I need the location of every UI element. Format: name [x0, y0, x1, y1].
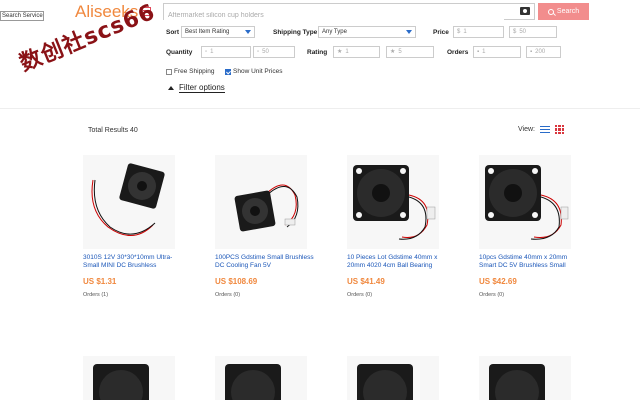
quantity-min-value: 1 [210, 49, 214, 55]
list-view-icon[interactable] [540, 125, 550, 134]
show-unit-prices-label: Show Unit Prices [233, 68, 283, 75]
view-label: View: [518, 126, 535, 133]
product-orders: Orders (0) [215, 292, 241, 298]
orders-max-input[interactable]: ▪ 200 [526, 46, 561, 58]
checkbox-box[interactable] [166, 68, 172, 75]
caret-up-icon [168, 86, 174, 90]
truck-icon: ▪ [477, 49, 480, 55]
fan-image [93, 364, 149, 400]
orders-label: Orders [447, 49, 469, 56]
free-shipping-label: Free Shipping [174, 68, 215, 75]
product-image[interactable] [215, 155, 307, 249]
product-title[interactable]: 10pcs Gdstime 40mm x 20mm Smart DC 5V Br… [479, 254, 581, 270]
product-title[interactable]: 3010S 12V 30*30*10mm Ultra-Small MINI DC… [83, 254, 185, 270]
view-switcher: View: [518, 125, 564, 134]
orders-max-value: 200 [535, 49, 546, 55]
total-results: Total Results 40 [88, 127, 138, 134]
rating-min-value: 1 [345, 49, 349, 55]
divider [0, 108, 640, 109]
filter-options-toggle[interactable]: Filter options [168, 83, 225, 93]
rating-max-input[interactable]: ★ 5 [386, 46, 434, 58]
product-orders: Orders (0) [347, 292, 373, 298]
product-price: US $41.49 [347, 277, 385, 286]
filter-options-label: Filter options [179, 83, 225, 93]
search-icon [547, 8, 554, 15]
checkbox-box[interactable] [225, 68, 231, 75]
product-image[interactable] [347, 155, 439, 249]
fan-image [485, 165, 569, 240]
price-label: Price [433, 29, 449, 36]
shipping-type-select[interactable]: Any Type [318, 26, 416, 38]
price-min-input[interactable]: $1 [453, 26, 504, 38]
star-icon: ★ [390, 49, 396, 55]
fan-image [234, 184, 299, 232]
grid-view-icon[interactable] [555, 125, 564, 134]
price-max-input[interactable]: $50 [509, 26, 557, 38]
show-unit-prices-checkbox[interactable]: Show Unit Prices [225, 68, 283, 75]
box-icon: ▫ [257, 49, 260, 55]
sort-select[interactable]: Best Item Rating [181, 26, 255, 38]
search-bar [163, 3, 535, 23]
search-input[interactable] [164, 8, 504, 23]
sort-label: Sort [166, 29, 179, 36]
truck-icon: ▪ [530, 49, 533, 55]
sort-value: Best Item Rating [185, 29, 230, 35]
fan-image [357, 364, 413, 400]
product-image[interactable] [479, 356, 571, 400]
free-shipping-checkbox[interactable]: Free Shipping [166, 68, 214, 75]
shipping-type-label: Shipping Type [273, 29, 318, 36]
fan-image [225, 364, 281, 400]
orders-min-input[interactable]: ▪ 1 [473, 46, 521, 58]
product-card[interactable]: 10pcs Gdstime 40mm x 20mm Smart DC 5V Br… [479, 155, 589, 298]
product-image[interactable] [83, 356, 175, 400]
search-button[interactable]: Search [538, 3, 589, 20]
shipping-type-value: Any Type [322, 29, 347, 35]
rating-max-value: 5 [398, 49, 402, 55]
fan-image [353, 165, 436, 240]
currency-symbol: $ [457, 29, 461, 35]
product-orders: Orders (1) [83, 292, 109, 298]
search-button-label: Search [556, 8, 580, 15]
product-image[interactable] [83, 155, 175, 249]
product-image[interactable] [479, 155, 571, 249]
box-icon: ▫ [205, 49, 208, 55]
fan-image [91, 163, 165, 236]
product-card[interactable]: 10 Pieces Lot Gdstime 40mm x 20mm 4020 4… [347, 155, 457, 298]
price-max-value: 50 [519, 29, 527, 35]
rating-min-input[interactable]: ★ 1 [333, 46, 380, 58]
quantity-min-input[interactable]: ▫ 1 [201, 46, 251, 58]
product-title[interactable]: 100PCS Gdstime Small Brushless DC Coolin… [215, 254, 317, 270]
product-orders: Orders (0) [479, 292, 505, 298]
quantity-max-value: 50 [262, 49, 269, 55]
product-card[interactable]: 100PCS Gdstime Small Brushless DC Coolin… [215, 155, 325, 298]
currency-symbol: $ [513, 29, 517, 35]
star-icon: ★ [337, 49, 343, 55]
chevron-down-icon [406, 30, 412, 34]
chevron-down-icon [245, 30, 251, 34]
fan-image [489, 364, 545, 400]
camera-icon[interactable] [520, 7, 530, 15]
product-image[interactable] [215, 356, 307, 400]
product-price: US $42.69 [479, 277, 517, 286]
product-title[interactable]: 10 Pieces Lot Gdstime 40mm x 20mm 4020 4… [347, 254, 449, 270]
rating-label: Rating [307, 49, 328, 56]
search-service-tooltip: Search Service [0, 11, 44, 21]
product-card[interactable]: 3010S 12V 30*30*10mm Ultra-Small MINI DC… [83, 155, 193, 298]
quantity-label: Quantity [166, 49, 193, 56]
quantity-max-input[interactable]: ▫ 50 [253, 46, 295, 58]
product-image[interactable] [347, 356, 439, 400]
orders-min-value: 1 [482, 49, 486, 55]
product-price: US $1.31 [83, 277, 117, 286]
product-price: US $108.69 [215, 277, 258, 286]
price-min-value: 1 [463, 29, 467, 35]
